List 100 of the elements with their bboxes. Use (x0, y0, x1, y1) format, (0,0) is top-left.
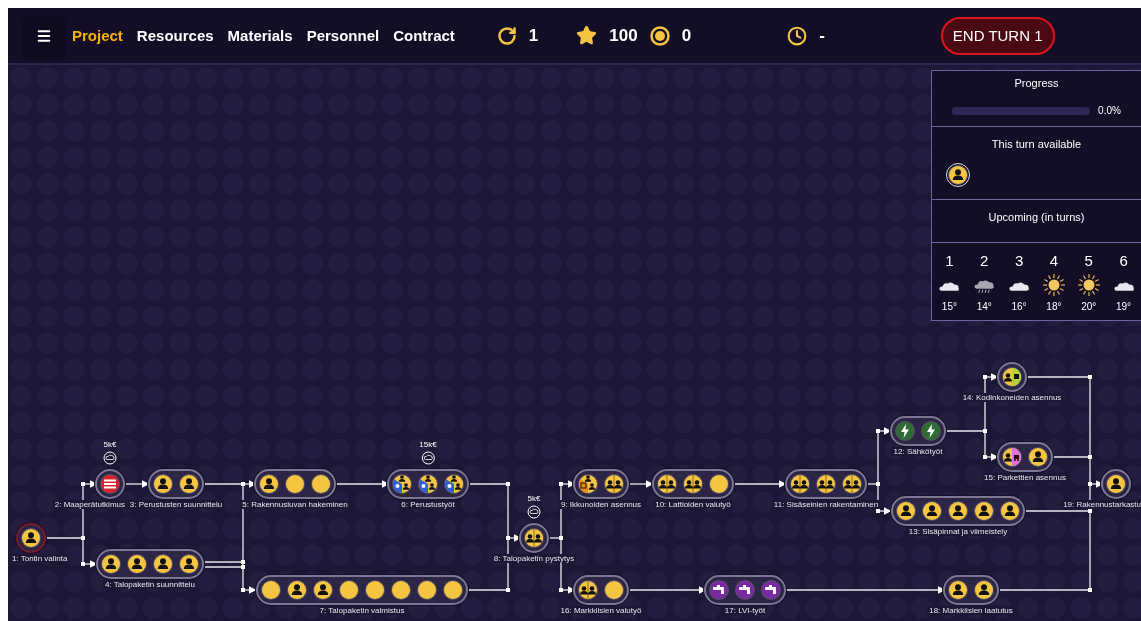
task-label: 10: Lattioiden valutyö (653, 500, 733, 509)
task-node[interactable] (519, 523, 549, 553)
empty-slot-icon (708, 473, 730, 495)
cost-label: 5k€ (527, 494, 541, 503)
cost-label: 15k€ (419, 440, 437, 449)
task-node[interactable] (704, 575, 786, 605)
stat-value: 0 (681, 25, 692, 46)
coin-icon (649, 25, 670, 46)
task-node[interactable] (16, 523, 46, 553)
task-label: 18: Markkiisien laatutus (927, 606, 1015, 615)
task-label: 12: Sähkötyöt (891, 447, 945, 456)
task-node[interactable] (890, 416, 946, 446)
star-icon (576, 25, 598, 46)
connector-arrow (984, 373, 999, 381)
turn-number: 3 (1014, 252, 1024, 269)
panel-title: This turn available (991, 138, 1082, 150)
person-icon (1027, 446, 1049, 468)
person-icon (973, 579, 995, 601)
connector-arrow (123, 480, 150, 488)
two-people-icon (603, 473, 625, 495)
end-turn-button[interactable]: END TURN 1 (940, 16, 1055, 55)
sun-icon (1076, 273, 1101, 297)
connector-arrow (877, 427, 892, 435)
task-node[interactable] (997, 442, 1053, 472)
temperature: 19° (1116, 301, 1132, 312)
person-box-icon (577, 473, 599, 495)
person-icon (286, 579, 308, 601)
person-icon (895, 500, 917, 522)
person-icon (178, 553, 200, 575)
turn-number: 4 (1049, 252, 1059, 269)
nav-tab[interactable]: Personnel (306, 27, 380, 44)
task-label: 5: Rakennusluvan hakeminen (240, 500, 350, 509)
task-label: 6: Perustustyöt (399, 500, 457, 509)
task-node[interactable] (652, 469, 734, 499)
panel-title: Progress (1014, 77, 1059, 89)
brick-wall-icon (99, 473, 121, 495)
temperature: 16° (1011, 301, 1027, 312)
task-node[interactable] (943, 575, 999, 605)
faucet-icon (708, 579, 730, 601)
empty-slot-icon (260, 579, 282, 601)
task-label: 14: Kodinkoneiden asennus (960, 393, 1064, 402)
turn-number: 2 (980, 252, 989, 269)
task-node[interactable] (387, 469, 469, 499)
empty-slot-icon (338, 579, 360, 601)
task-node[interactable] (573, 469, 629, 499)
temperature: 15° (941, 301, 957, 312)
task-label: 16: Markkiisien valutyö (558, 606, 644, 615)
person-icon (947, 164, 969, 186)
clock-icon (787, 25, 808, 46)
nav-tab[interactable]: Project (72, 27, 123, 44)
task-label: 13: Sisäpinnat ja viimeistely (906, 527, 1010, 536)
menu-button[interactable] (24, 16, 64, 55)
people-shield-icon (391, 473, 413, 495)
refresh-icon (496, 25, 517, 46)
person-robot-icon (1001, 446, 1023, 468)
faucet-icon (760, 579, 782, 601)
person-icon (921, 500, 943, 522)
lightning-icon (920, 420, 942, 442)
empty-slot-icon (310, 473, 332, 495)
nav-tab[interactable]: Resources (136, 27, 214, 44)
task-node[interactable] (997, 362, 1027, 392)
stat-value: 100 (609, 25, 638, 46)
task-label: 1: Tontin valinta (10, 554, 70, 563)
nav-tab[interactable]: Materials (227, 27, 293, 44)
stat-value: - (819, 25, 825, 46)
task-label: 3: Perustusten suunnittelu (127, 500, 225, 509)
task-node[interactable] (256, 575, 468, 605)
connector-arrow (242, 586, 257, 594)
task-node[interactable] (785, 469, 867, 499)
connector-arrow (877, 507, 892, 515)
task-label: 8: Talopaketin pystytys (491, 554, 577, 563)
empty-slot-icon (364, 579, 386, 601)
person-icon (178, 473, 200, 495)
temperature: 14° (976, 301, 992, 312)
empty-slot-icon (442, 579, 464, 601)
nav-tab[interactable]: Contract (393, 27, 455, 44)
task-node[interactable] (96, 549, 204, 579)
person-icon (126, 553, 148, 575)
task-node[interactable] (148, 469, 204, 499)
lightning-icon (894, 420, 916, 442)
task-label: 2: Maaperätutkimus (52, 500, 127, 509)
person-icon (947, 500, 969, 522)
task-node[interactable] (95, 469, 125, 499)
task-node[interactable] (254, 469, 336, 499)
connector-arrow (627, 480, 654, 488)
task-node[interactable] (891, 496, 1025, 526)
two-people-icon (523, 527, 545, 549)
cloud-badge-icon (103, 451, 117, 465)
task-node[interactable] (1101, 469, 1131, 499)
person-icon (20, 527, 42, 549)
progress-reading: 0.0% (1098, 105, 1121, 116)
task-label: 11: Sisäseinien rakentaminen (771, 500, 881, 509)
connector-arrow (733, 480, 787, 488)
task-node[interactable] (573, 575, 629, 605)
person-icon (152, 473, 174, 495)
stat-value: 1 (528, 25, 539, 46)
task-label: 7: Talopaketin valmistus (317, 606, 407, 615)
temperature: 20° (1081, 301, 1097, 312)
two-people-icon (841, 473, 863, 495)
person-icon (100, 553, 122, 575)
